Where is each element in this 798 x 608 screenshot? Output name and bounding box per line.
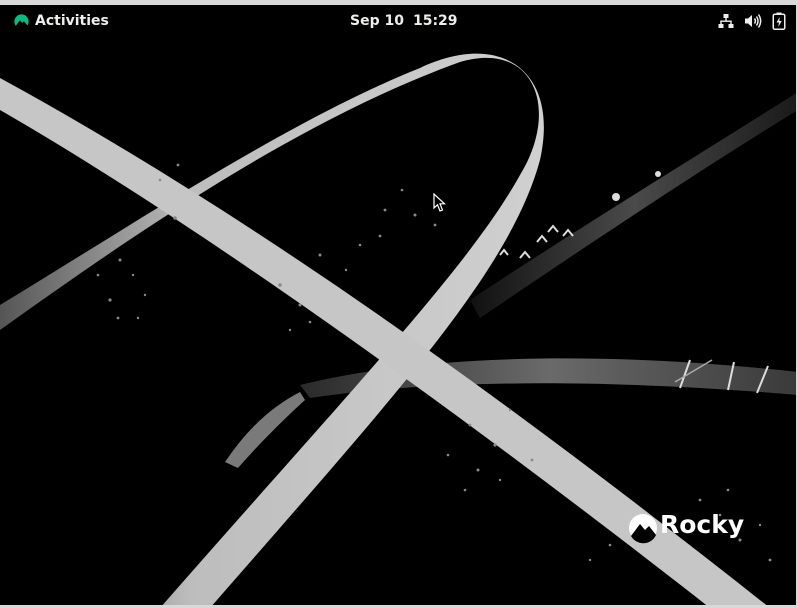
battery-icon xyxy=(772,12,786,30)
desktop-screen: Activities Sep 10 15:29 Rocky xyxy=(0,0,798,608)
time-label: 15:29 xyxy=(412,13,458,29)
volume-icon xyxy=(745,14,762,28)
activities-label: Activities xyxy=(35,13,109,29)
rocky-brand: Rocky xyxy=(628,510,744,539)
network-wired-icon xyxy=(718,14,734,28)
date-label: Sep 10 xyxy=(350,13,404,29)
date-time-menu[interactable]: Sep 10 15:29 xyxy=(340,9,468,33)
top-bar: Activities Sep 10 15:29 xyxy=(0,5,798,37)
rocky-logo-icon xyxy=(14,13,29,29)
mouse-pointer-icon xyxy=(433,193,447,212)
system-status-menu[interactable] xyxy=(718,9,786,33)
activities-button[interactable]: Activities xyxy=(8,9,115,33)
brand-text: Rocky xyxy=(660,510,745,539)
